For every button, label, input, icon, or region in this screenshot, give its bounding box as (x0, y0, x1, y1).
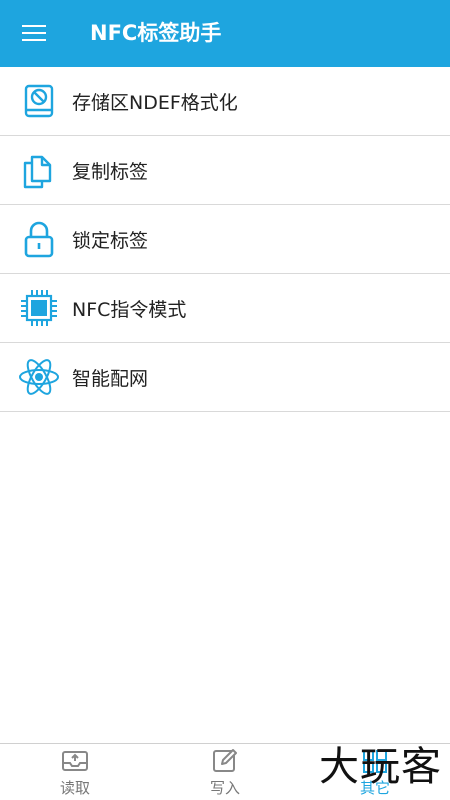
tab-write[interactable]: 写入 (150, 744, 300, 800)
read-tray-icon (61, 748, 89, 774)
menu-item-lock-tag[interactable]: 锁定标签 (0, 205, 450, 274)
tab-read[interactable]: 读取 (0, 744, 150, 800)
menu-item-ndef-format[interactable]: 存储区NDEF格式化 (0, 67, 450, 136)
lock-icon (18, 218, 60, 260)
hamburger-menu-icon (22, 24, 46, 46)
app-bar: NFC标签助手 (0, 0, 450, 67)
atom-icon (18, 356, 60, 398)
tab-read-label: 读取 (59, 779, 90, 797)
write-pen-icon (211, 748, 239, 774)
menu-item-label: NFC指令模式 (72, 298, 187, 321)
menu-item-label: 智能配网 (72, 367, 149, 390)
tab-other[interactable]: 其它 (300, 744, 450, 800)
bottom-navigation: 读取 写入 其它 (0, 743, 450, 800)
app-screen: NFC标签助手 存储区NDEF格式化 复制标签 锁定标签 NFC指令模式 智能配… (0, 0, 450, 800)
menu-item-copy-tag[interactable]: 复制标签 (0, 136, 450, 205)
chip-icon (18, 287, 60, 329)
tab-write-label: 写入 (209, 779, 240, 797)
menu-button[interactable] (14, 17, 54, 53)
tab-other-label: 其它 (359, 779, 390, 797)
app-title: NFC标签助手 (90, 21, 222, 45)
menu-item-label: 锁定标签 (72, 229, 149, 252)
other-icon (361, 748, 389, 774)
menu-item-nfc-command[interactable]: NFC指令模式 (0, 274, 450, 343)
copy-icon (18, 149, 60, 191)
menu-item-label: 复制标签 (72, 160, 149, 183)
menu-item-label: 存储区NDEF格式化 (72, 91, 238, 114)
menu-item-smart-network[interactable]: 智能配网 (0, 343, 450, 412)
storage-format-icon (18, 80, 60, 122)
menu-list: 存储区NDEF格式化 复制标签 锁定标签 NFC指令模式 智能配网 (0, 67, 450, 412)
